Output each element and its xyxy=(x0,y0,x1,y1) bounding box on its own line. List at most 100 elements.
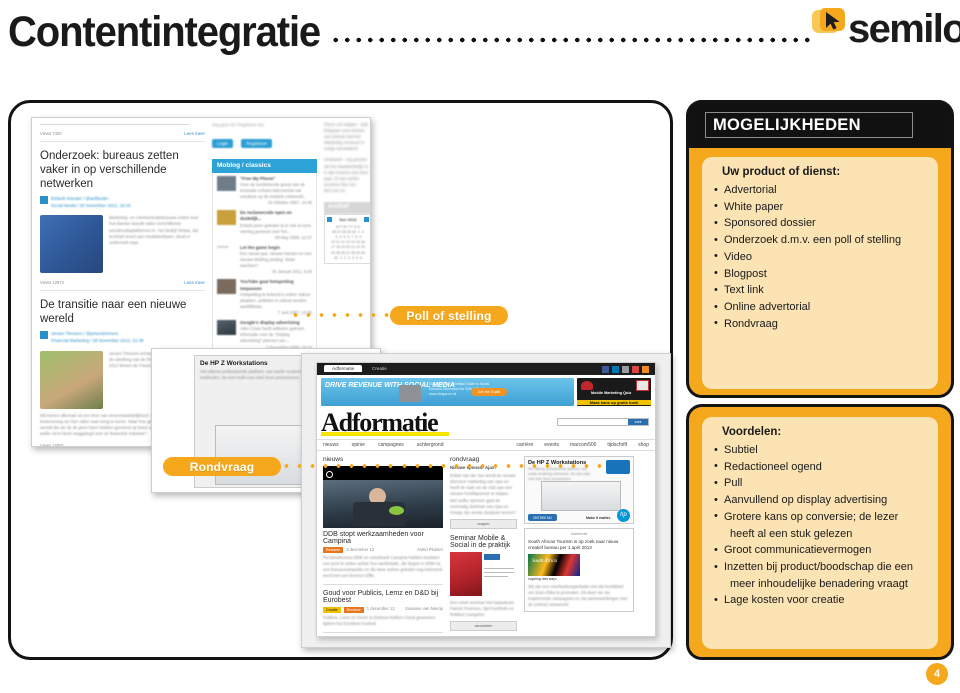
slide-header: Contentintegratie semilo xyxy=(0,0,960,92)
tab-adformatie[interactable]: Adformatie xyxy=(324,365,363,372)
semilo-logo: semilo xyxy=(806,4,960,60)
linkedin-icon[interactable] xyxy=(612,365,619,373)
page-title: Contentintegratie xyxy=(8,8,321,56)
nav-achtergrond[interactable]: achtergrond xyxy=(417,442,444,448)
panel-header-mogelijkheden: MOGELIJKHEDEN xyxy=(686,100,954,148)
news-author: Susanne van Nierop xyxy=(405,606,443,612)
moblog-item-body: Een nieuw jaar, nieuwe kansen en een nie… xyxy=(240,251,312,269)
connector-dots-rondvraag-right xyxy=(398,463,608,469)
hp-ad-body: Het ultieme professionele platform, met … xyxy=(200,369,304,381)
list-item-continuation: meer inhoudelijke benadering vraagt xyxy=(730,577,908,590)
list-item: Aanvullend op display advertising xyxy=(714,492,930,509)
moblog-item-title[interactable]: YouTube gaat hotspotting toepassen xyxy=(240,279,312,291)
article-title[interactable]: Onderzoek: bureaus zetten vaker in op ve… xyxy=(40,149,205,191)
moblog-item-title[interactable]: De reclamecode open en duidelijk... xyxy=(240,210,312,222)
mail-icon[interactable] xyxy=(632,365,639,373)
seminar-badge[interactable] xyxy=(484,553,500,560)
nav-tijdschrift[interactable]: tijdschrift xyxy=(607,442,627,448)
news-date: 3 december 12 xyxy=(346,547,375,552)
advertentie-label: Advertentie xyxy=(570,532,588,536)
banner-cta-button[interactable]: Get the Guide xyxy=(471,388,508,396)
list-item: Rondvraag xyxy=(714,315,930,333)
card-title: Voordelen: xyxy=(722,426,782,438)
banner-graphic xyxy=(399,385,421,402)
facebook-icon[interactable] xyxy=(602,365,609,373)
article-byline: Jeroen Timmers / @prisontimmers xyxy=(51,331,119,337)
nav-opinie[interactable]: opinie xyxy=(352,442,365,448)
moblog-item-body: John Close heeft artikelen gelezen infor… xyxy=(240,326,305,344)
collage-frame: Views 7420 Lees meer Onderzoek: bureaus … xyxy=(8,100,673,660)
news-tag-2[interactable]: Reclame xyxy=(343,606,364,613)
nav-carriere[interactable]: carrière xyxy=(516,442,533,448)
read-more-link[interactable]: Lees meer xyxy=(184,280,205,286)
seminar-title[interactable]: Seminar Mobile & Social in de praktijk xyxy=(450,535,517,549)
rondvraag-reageer-button[interactable]: reageer xyxy=(450,518,517,529)
widget-title-archief: Archief xyxy=(324,202,370,215)
callout-poll-of-stelling[interactable]: Poll of stelling xyxy=(390,306,508,325)
hp-ad-body: Het ultieme professionele platform, met … xyxy=(528,467,591,481)
connector-dots-rondvraag-left xyxy=(280,463,400,469)
list-item: Online advertorial xyxy=(714,299,930,316)
article-title[interactable]: De transitie naar een nieuwe wereld xyxy=(40,298,205,326)
intel-badge xyxy=(606,460,630,474)
avatar xyxy=(40,331,48,340)
news-tag[interactable]: Reclame xyxy=(323,547,344,554)
panel-card-mogelijkheden: Uw product of dienst: Advertorial White … xyxy=(702,157,938,389)
calendar-grid: M T W T F S S 26 27 28 29 30 1 2 3 4 5 6… xyxy=(331,224,365,260)
list-item: Pull xyxy=(714,475,930,492)
hp-logo: hp xyxy=(617,509,630,522)
calendar-prev-icon[interactable] xyxy=(327,217,332,223)
screenshot-adformatie[interactable]: Adformatie Creatie DRIVE REVENUE WITH SO… xyxy=(301,353,671,648)
article-meta: Financial Marketing / 29 November 2012, … xyxy=(51,338,144,344)
sa-ad-body: Wij zijn een overheidsorganisatie met al… xyxy=(528,583,628,607)
lock-icon[interactable] xyxy=(622,365,629,373)
news-body: Reclamebureau DDB en zuivelmerk Campina … xyxy=(323,555,442,579)
news-title[interactable]: DDB stopt werkzaamheden voor Campina xyxy=(323,531,443,545)
list-item: Redactioneel ogend xyxy=(714,458,930,476)
nav-campagnes[interactable]: campagnes xyxy=(378,442,404,448)
seminar-aanmelden-button[interactable]: aanmelden xyxy=(450,621,517,632)
banner2-title: Mobile Marketing Quiz xyxy=(591,391,632,395)
rss-icon[interactable] xyxy=(642,365,649,373)
news-body: Publicis, Lemz en Doorn & Dickson hebben… xyxy=(323,614,436,626)
nav-nieuws[interactable]: nieuws xyxy=(323,442,339,448)
col-heading-rondvraag: rondvraag xyxy=(450,456,480,463)
semilo-cursor-icon xyxy=(812,8,845,33)
sa-ad-title[interactable]: South African Tourism is op zoek naar ni… xyxy=(528,539,630,551)
register-button[interactable]: Registreer xyxy=(241,138,273,148)
search-button[interactable]: zoek xyxy=(628,419,648,425)
nav-marcom500[interactable]: marcom500 xyxy=(570,442,596,448)
list-item: Grotere kans op conversie; de lezer xyxy=(714,508,930,526)
banner2-sub: Maak kans op gratis boek xyxy=(577,400,651,405)
banner2-graphic xyxy=(581,381,593,390)
news-title[interactable]: Goud voor Publicis, Lemz en D&D bij Euro… xyxy=(323,590,443,604)
news-tag[interactable]: Creatie xyxy=(323,606,341,613)
calendar-next-icon[interactable] xyxy=(363,217,369,223)
title-leader-dots xyxy=(330,36,812,44)
login-button[interactable]: Login xyxy=(212,138,234,148)
list-item: White paper xyxy=(714,198,930,216)
moblog-item-body: Over de verdrietende greep van de innova… xyxy=(240,181,307,200)
sa-tagline: Inspiring new ways xyxy=(528,576,557,581)
hp-tagline: Make it matter. xyxy=(586,516,611,520)
news-date: 1 december 12 xyxy=(366,606,395,612)
list-item: Text link xyxy=(714,282,930,299)
article-thumbnail xyxy=(40,215,103,274)
list-item: Video xyxy=(714,248,930,266)
list-item-continuation: heeft al een stuk gelezen xyxy=(730,527,853,540)
list-item: Onderzoek d.m.v. een poll of stelling xyxy=(714,232,930,249)
nav-events[interactable]: events xyxy=(544,442,559,448)
hp-ad-button[interactable]: ONTDEK NU xyxy=(528,514,557,521)
avatar xyxy=(40,196,48,205)
article-thumbnail xyxy=(40,350,103,409)
list-item: Lage kosten voor creatie xyxy=(714,592,930,609)
col-heading-nieuws: nieuws xyxy=(323,456,344,463)
list-item: Advertorial xyxy=(714,182,930,199)
nav-shop[interactable]: shop xyxy=(638,442,649,448)
list-item: Sponsored dossier xyxy=(714,215,930,232)
list-item: Inzetten bij product/boodschap die een xyxy=(714,559,930,576)
widget-title-moblog: Moblog / classics xyxy=(212,158,317,173)
tab-creatie[interactable]: Creatie xyxy=(372,366,387,371)
callout-rondvraag[interactable]: Rondvraag xyxy=(163,457,281,476)
read-more-link[interactable]: Lees meer xyxy=(184,131,205,137)
